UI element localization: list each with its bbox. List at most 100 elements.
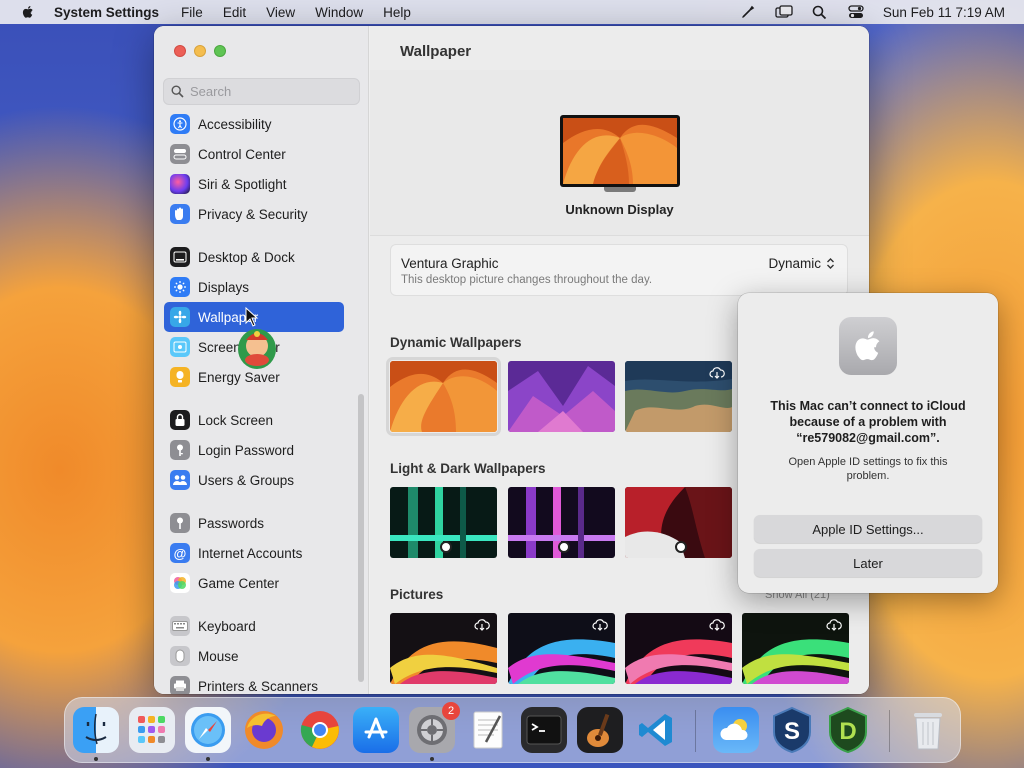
window-controls (174, 45, 226, 57)
dock-textedit-icon[interactable] (465, 707, 511, 753)
sidebar-item-label: Accessibility (198, 116, 272, 132)
icloud-alert-dialog: This Mac can’t connect to iCloud because… (738, 293, 998, 593)
sidebar-item-lock-screen[interactable]: Lock Screen (164, 405, 344, 435)
sidebar-item-label: Internet Accounts (198, 545, 303, 561)
up-down-chevron-icon (827, 258, 834, 269)
monitor-preview (560, 115, 680, 187)
sidebar-item-game-center[interactable]: Game Center (164, 568, 344, 598)
view-menu[interactable]: View (266, 5, 295, 20)
apple-id-settings-button[interactable]: Apple ID Settings... (754, 515, 982, 543)
alert-message: Open Apple ID settings to fix this probl… (788, 456, 948, 482)
search-input[interactable] (190, 84, 350, 99)
sidebar-item-siri-spotlight[interactable]: Siri & Spotlight (164, 169, 344, 199)
dock-trash-icon[interactable] (905, 707, 951, 753)
wallpaper-thumb-picture-4[interactable] (742, 613, 849, 684)
section-title-pictures: Pictures (390, 587, 444, 602)
svg-text:D: D (839, 718, 856, 745)
screen-mirroring-icon[interactable] (775, 4, 793, 20)
hand-icon (170, 204, 190, 224)
passwords-icon (170, 513, 190, 533)
wallpaper-thumb-picture-3[interactable] (625, 613, 732, 684)
dock-scrivener-icon[interactable]: S (769, 706, 815, 754)
screen-saver-icon (170, 337, 190, 357)
menubar-clock[interactable]: Sun Feb 11 7:19 AM (883, 5, 1005, 20)
keyboard-icon (170, 616, 190, 636)
displays-icon (170, 277, 190, 297)
dock-safari-icon[interactable] (185, 707, 231, 753)
wallpaper-thumb-light-dark-1[interactable] (390, 487, 497, 558)
dock-launchpad-icon[interactable] (129, 707, 175, 753)
section-title-dynamic: Dynamic Wallpapers (390, 335, 522, 350)
dock-dash-icon[interactable]: D (825, 706, 871, 754)
help-menu[interactable]: Help (383, 5, 411, 20)
dock-garageband-icon[interactable] (577, 707, 623, 753)
dock-vscode-icon[interactable] (633, 707, 679, 753)
sidebar-item-label: Users & Groups (198, 472, 295, 488)
apple-logo-icon (839, 317, 897, 375)
sidebar-item-displays[interactable]: Displays (164, 272, 344, 302)
sidebar-scrollbar[interactable] (358, 394, 364, 682)
wallpaper-thumb-picture-2[interactable] (508, 613, 615, 684)
users-icon (170, 470, 190, 490)
wallpaper-icon (170, 307, 190, 327)
download-cloud-icon (826, 619, 842, 631)
dock-separator (889, 710, 890, 752)
sidebar-search-field[interactable] (163, 78, 360, 105)
wallpaper-thumb-ventura[interactable] (386, 357, 501, 436)
current-wallpaper-preview (563, 118, 677, 184)
close-window-button[interactable] (174, 45, 186, 57)
pen-tool-icon[interactable] (739, 4, 757, 20)
wallpaper-thumb-light-dark-2[interactable] (508, 487, 615, 558)
sidebar-item-login-password[interactable]: Login Password (164, 435, 344, 465)
at-icon: @ (170, 543, 190, 563)
sidebar-item-mouse[interactable]: Mouse (164, 641, 344, 671)
wallpaper-thumb-monterey[interactable] (508, 361, 615, 432)
energy-saver-icon (170, 367, 190, 387)
sidebar-item-privacy-security[interactable]: Privacy & Security (164, 199, 344, 229)
sidebar-item-desktop-dock[interactable]: Desktop & Dock (164, 242, 344, 272)
zoom-window-button[interactable] (214, 45, 226, 57)
download-cloud-icon (474, 619, 490, 631)
current-wallpaper-row: Ventura Graphic This desktop picture cha… (390, 244, 848, 296)
control-center-icon[interactable] (847, 4, 865, 20)
dock-chrome-icon[interactable] (297, 707, 343, 753)
control-center-icon (170, 144, 190, 164)
monitor-stand (604, 187, 636, 192)
wallpaper-thumb-picture-1[interactable] (390, 613, 497, 684)
running-indicator (206, 757, 210, 761)
printer-icon (170, 676, 190, 694)
file-menu[interactable]: File (181, 5, 203, 20)
dock-app-store-icon[interactable] (353, 707, 399, 753)
light-dark-indicator-icon (675, 541, 687, 553)
edit-menu[interactable]: Edit (223, 5, 246, 20)
sidebar-item-internet-accounts[interactable]: @ Internet Accounts (164, 538, 344, 568)
minimize-window-button[interactable] (194, 45, 206, 57)
dock-terminal-icon[interactable] (521, 707, 567, 753)
sidebar-item-label: Displays (198, 279, 250, 295)
sidebar-item-users-groups[interactable]: Users & Groups (164, 465, 344, 495)
sidebar-item-keyboard[interactable]: Keyboard (164, 611, 344, 641)
sidebar-item-accessibility[interactable]: Accessibility (164, 109, 344, 139)
apple-menu-icon[interactable] (20, 4, 36, 20)
wallpaper-thumb-big-sur-coast[interactable] (625, 361, 732, 432)
dock-weather-icon[interactable] (713, 707, 759, 753)
sidebar-item-label: Energy Saver (198, 369, 280, 385)
window-menu[interactable]: Window (315, 5, 363, 20)
wallpaper-thumb-light-dark-3[interactable] (625, 487, 732, 558)
dock-finder-icon[interactable] (73, 707, 119, 753)
display-name-label: Unknown Display (565, 202, 674, 217)
spotlight-search-icon[interactable] (811, 4, 829, 20)
dock-icon (170, 247, 190, 267)
mouse-icon (170, 646, 190, 666)
later-button[interactable]: Later (754, 549, 982, 577)
sidebar-item-label: Control Center (198, 146, 286, 162)
dock-firefox-icon[interactable] (241, 707, 287, 753)
sidebar-item-printers-scanners[interactable]: Printers & Scanners (164, 671, 344, 694)
siri-icon (170, 174, 190, 194)
sidebar-item-control-center[interactable]: Control Center (164, 139, 344, 169)
sidebar-item-passwords[interactable]: Passwords (164, 508, 344, 538)
menu-bar: System Settings File Edit View Window He… (0, 0, 1024, 24)
download-cloud-icon (709, 367, 725, 379)
wallpaper-mode-popup[interactable]: Dynamic (768, 256, 835, 271)
app-name-menu[interactable]: System Settings (54, 5, 159, 20)
